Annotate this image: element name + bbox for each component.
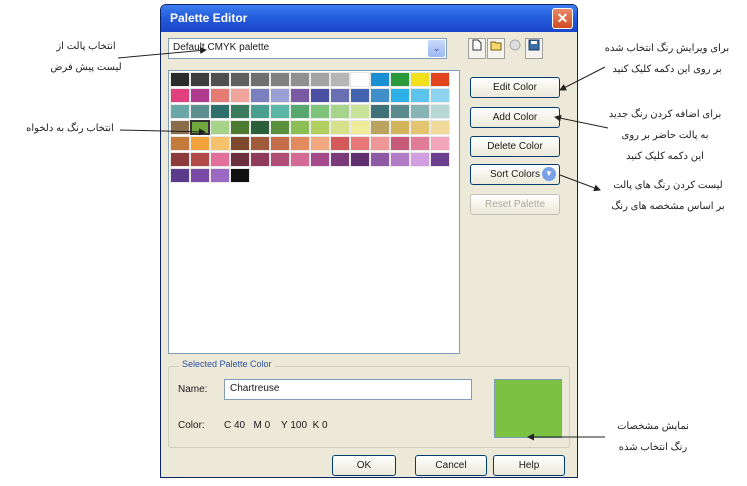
note-edit-color: برای ویرایش رنگ انتخاب شده بر روی این دک… xyxy=(592,38,742,80)
arrow-pick-color xyxy=(119,128,206,136)
note-line: برای اضافه کردن رنگ جدید xyxy=(608,109,722,120)
arrow-sort-colors xyxy=(559,174,601,192)
note-line: رنگ انتخاب شده xyxy=(618,442,688,453)
note-line: به پالت حاضر بر روی xyxy=(621,130,709,141)
note-pick-color: انتخاب رنگ به دلخواه xyxy=(26,123,114,134)
note-line: لیست پیش فرض xyxy=(50,62,122,73)
note-line: نمایش مشخصات xyxy=(617,421,689,432)
note-line: بر اساس مشخصه های رنگ xyxy=(611,201,725,212)
note-line: این دکمه کلیک کنید xyxy=(626,151,704,162)
note-line: بر روی این دکمه کلیک کنید xyxy=(612,64,722,75)
note-line: انتخاب پالت از xyxy=(56,41,116,52)
note-add-color: برای اضافه کردن رنگ جدید به پالت حاضر بر… xyxy=(590,104,740,167)
note-preview: نمایش مشخصات رنگ انتخاب شده xyxy=(598,416,708,458)
note-palette-select: انتخاب پالت از لیست پیش فرض xyxy=(36,36,136,78)
note-sort-colors: لیست کردن رنگ های پالت بر اساس مشخصه های… xyxy=(596,175,740,217)
note-line: لیست کردن رنگ های پالت xyxy=(613,180,723,191)
note-line: برای ویرایش رنگ انتخاب شده xyxy=(604,43,730,54)
